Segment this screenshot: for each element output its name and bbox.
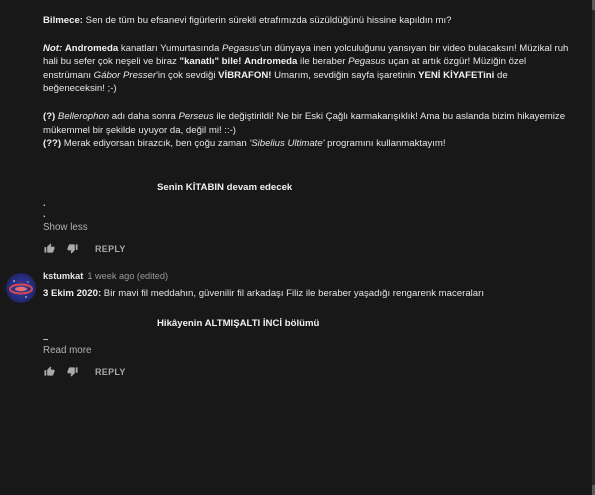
sibelius-word: 'Sibelius Ultimate' bbox=[249, 138, 325, 150]
dash-separator: – bbox=[43, 333, 49, 345]
thumb-up-icon[interactable] bbox=[43, 365, 56, 378]
pegasus-word-2: Pegasus bbox=[348, 56, 386, 68]
kanatli-word: "kanatlı" bile! bbox=[179, 56, 242, 68]
thumb-down-icon[interactable] bbox=[66, 365, 79, 378]
show-less-link[interactable]: Show less bbox=[43, 222, 571, 233]
perseus-word: Perseus bbox=[178, 110, 214, 122]
comment-text-line: 3 Ekim 2020: Bir mavi fil meddahın, güve… bbox=[43, 287, 571, 301]
reply-button[interactable]: REPLY bbox=[95, 244, 126, 254]
comment-header: kstumkat 1 week ago (edited) bbox=[43, 270, 571, 283]
continue-heading: Senin KİTABIN devam edecek bbox=[157, 181, 293, 193]
riddle-line: Bilmece: Sen de tüm bu efsanevi figürler… bbox=[43, 14, 571, 28]
question-two-paragraph: (??) Merak ediyorsan birazcık, ben çoğu … bbox=[43, 138, 446, 150]
note-paragraph: Not: Andromeda kanatları Yumurtasında Pe… bbox=[43, 42, 569, 95]
comment-actions: REPLY bbox=[43, 241, 571, 257]
thumb-down-icon[interactable] bbox=[66, 242, 79, 255]
reply-button[interactable]: REPLY bbox=[95, 367, 126, 377]
comment-timestamp[interactable]: 1 week ago (edited) bbox=[87, 271, 168, 281]
note-label: Not: bbox=[43, 42, 63, 54]
pegasus-word: Pegasus bbox=[222, 42, 260, 54]
riddle-text: Sen de tüm bu efsanevi figürlerin sürekl… bbox=[83, 15, 452, 26]
question-mark-one: (?) bbox=[43, 110, 56, 122]
andromeda-word: Andromeda bbox=[64, 42, 119, 54]
bellerophon-word: Bellerophon bbox=[57, 110, 110, 122]
andromeda-word-2: Andromeda bbox=[244, 56, 298, 68]
thumb-up-icon[interactable] bbox=[43, 242, 56, 255]
gabor-presser: Gábor Presser bbox=[93, 69, 157, 81]
comment-body-expanded: Bilmece: Sen de tüm bu efsanevi figürler… bbox=[43, 14, 571, 257]
comment-text: Bir mavi fil meddahın, güvenilir fil ark… bbox=[101, 288, 484, 299]
episode-heading: Hikâyenin ALTMIŞALTI İNCİ bölümü bbox=[157, 317, 320, 329]
yeni-kiyafet: YENİ KİYAFETini bbox=[418, 69, 495, 81]
comment-date: 3 Ekim 2020: bbox=[43, 288, 102, 299]
dot-separator-2: . bbox=[43, 208, 46, 220]
vibrafon-word: VİBRAFON! bbox=[218, 69, 272, 81]
galaxy-avatar-icon bbox=[6, 273, 36, 303]
author-name[interactable]: kstumkat bbox=[43, 271, 83, 281]
read-more-link[interactable]: Read more bbox=[43, 345, 571, 356]
comment-actions: REPLY bbox=[43, 364, 571, 380]
question-one-paragraph: (?) Bellerophon adı daha sonra Perseus i… bbox=[43, 110, 566, 136]
question-mark-two: (??) bbox=[43, 138, 62, 150]
avatar[interactable] bbox=[6, 273, 36, 303]
riddle-label: Bilmece: bbox=[43, 15, 83, 26]
dot-separator-1: . bbox=[43, 197, 46, 209]
